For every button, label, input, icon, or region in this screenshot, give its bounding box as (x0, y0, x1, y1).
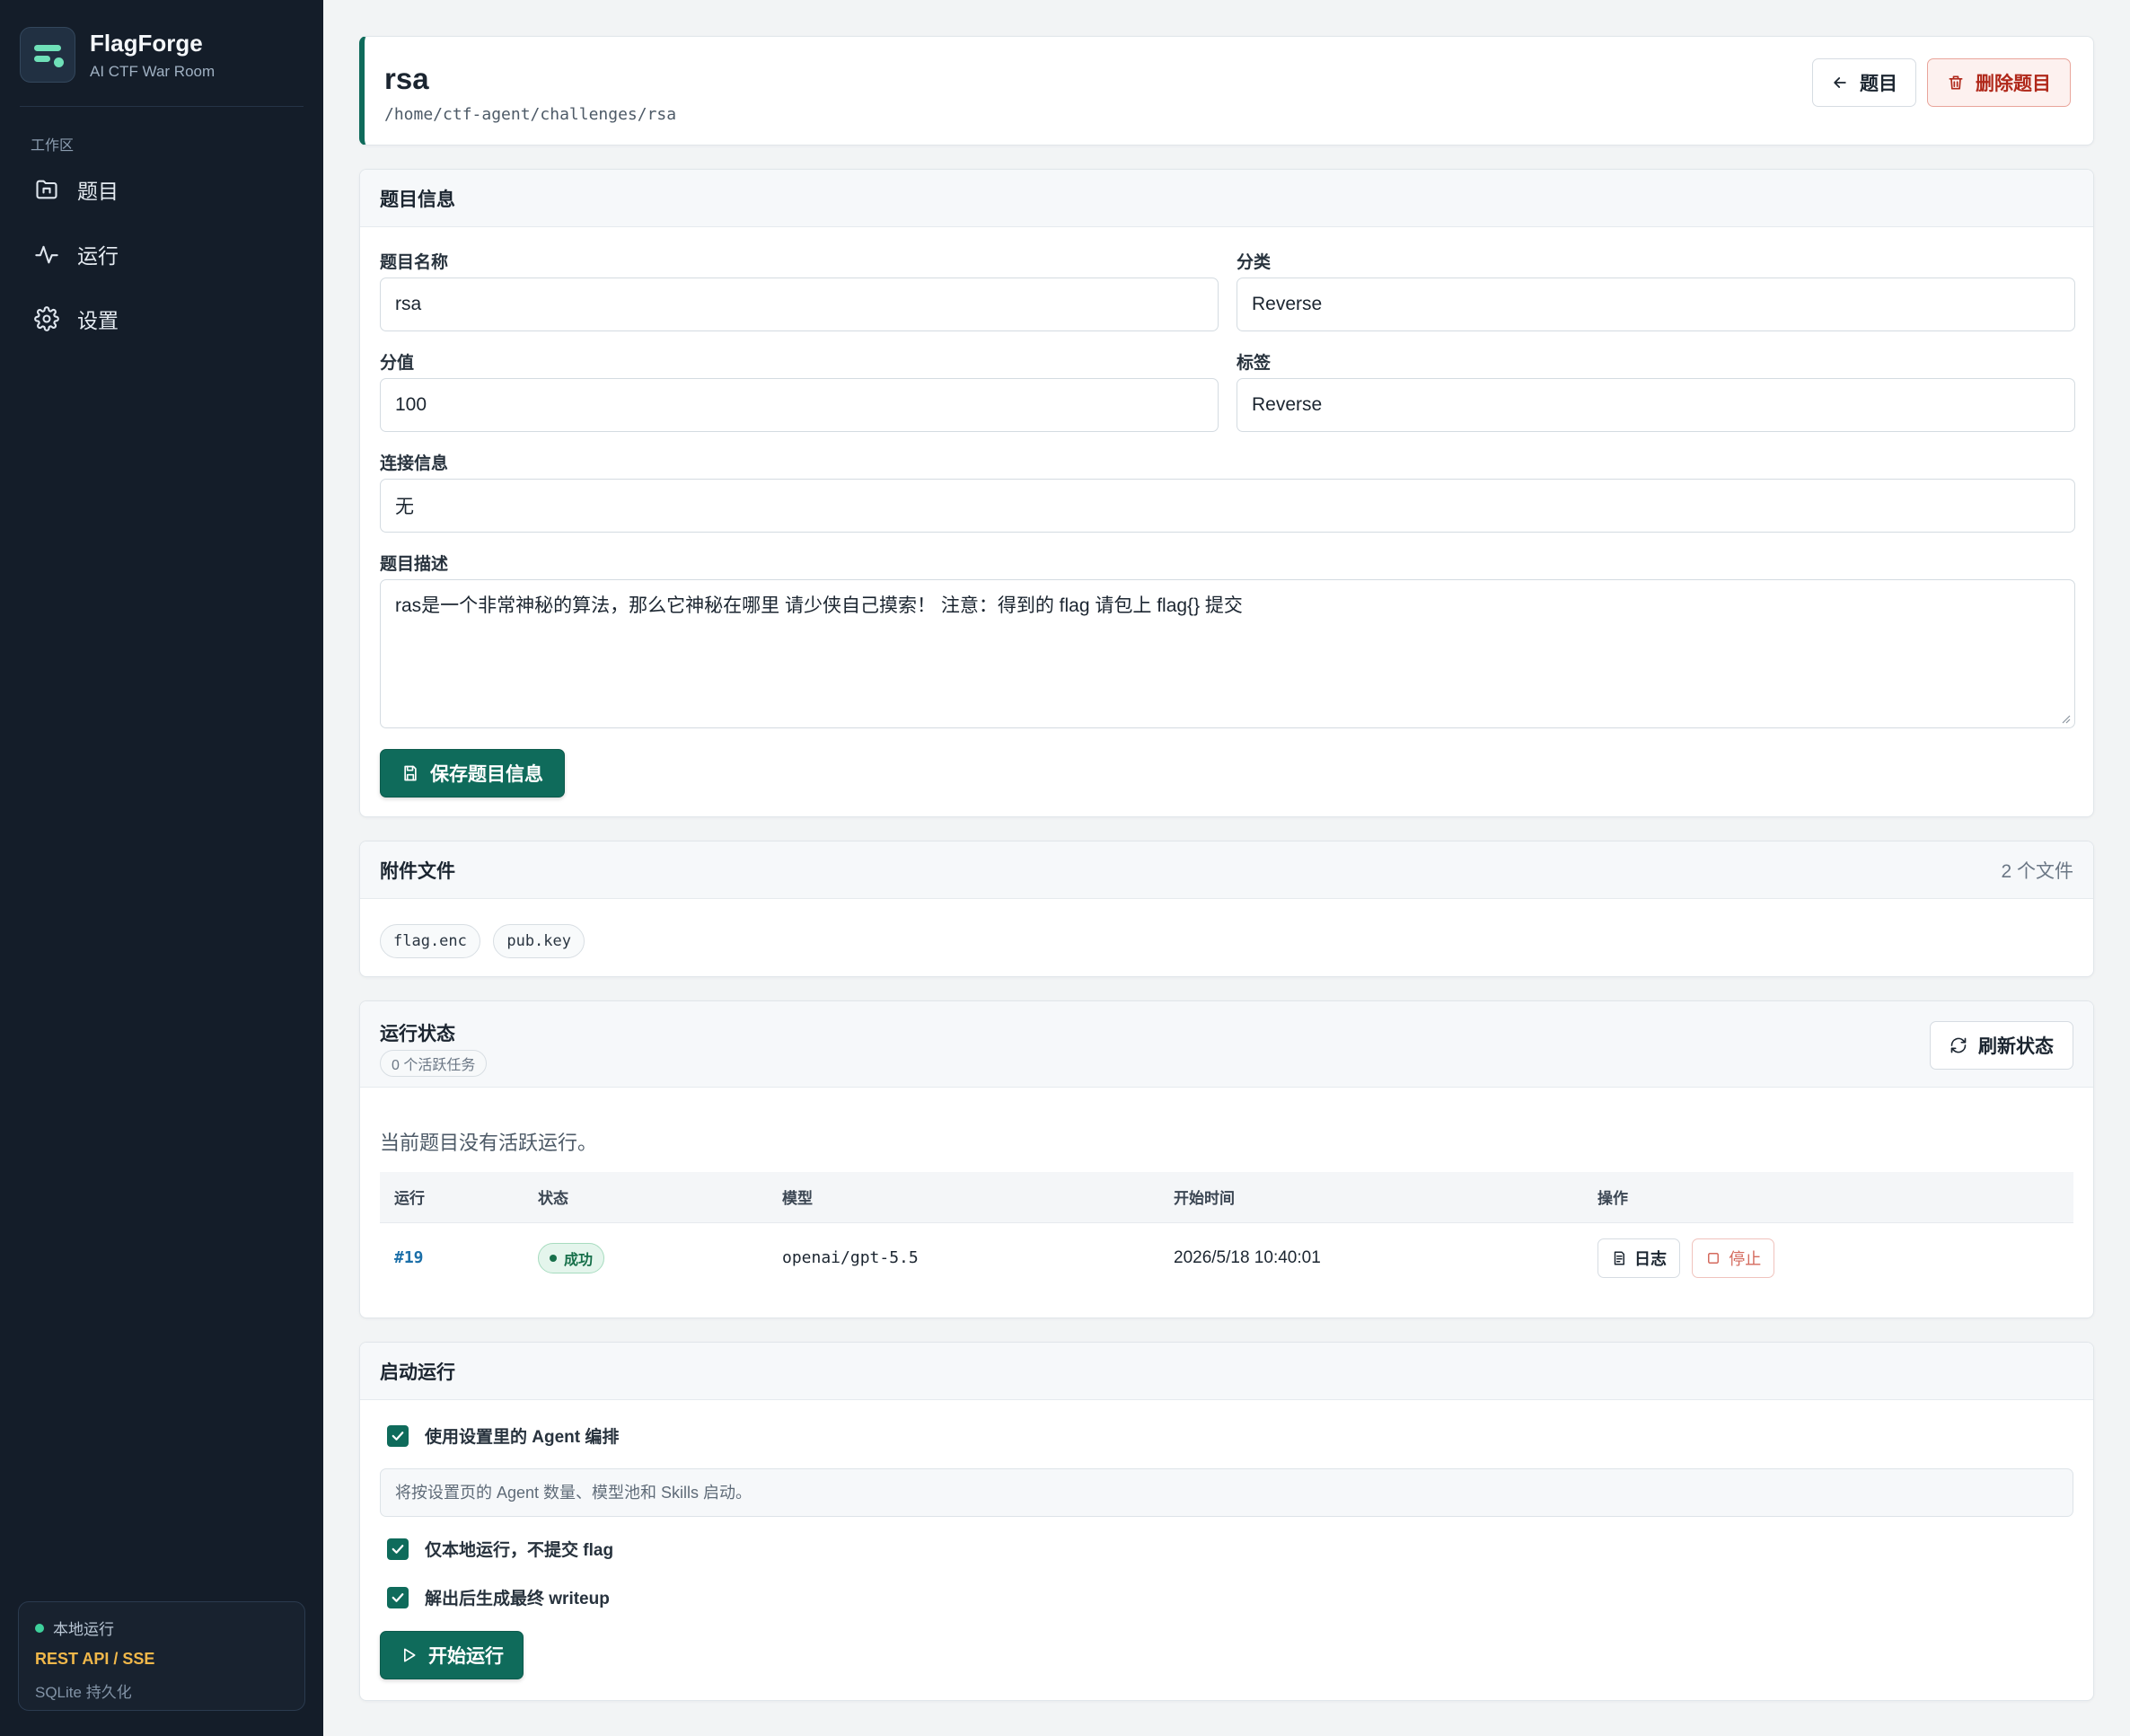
status-dot-icon (550, 1255, 557, 1263)
model-name: openai/gpt-5.5 (782, 1248, 919, 1268)
card-title: 启动运行 (380, 1361, 455, 1383)
runtime-status-panel: 本地运行 REST API / SSE SQLite 持久化 (18, 1601, 305, 1711)
gear-icon (34, 306, 59, 331)
empty-runs-message: 当前题目没有活跃运行。 (380, 1132, 598, 1154)
checkbox-checked[interactable] (387, 1538, 409, 1560)
tags-input[interactable] (1237, 378, 2075, 432)
challenge-name-input[interactable] (380, 278, 1219, 331)
api-label: REST API / SSE (35, 1650, 155, 1668)
check-icon (392, 1592, 404, 1602)
start-time: 2026/5/18 10:40:01 (1174, 1248, 1321, 1268)
active-task-count: 0 个活跃任务 (380, 1050, 488, 1077)
log-icon (1614, 1251, 1624, 1265)
column-header: 模型 (768, 1172, 1159, 1222)
activity-icon (35, 245, 58, 264)
card-title: 附件文件 (380, 860, 455, 882)
check-icon (392, 1431, 404, 1441)
card-header: 附件文件 2 个文件 (360, 842, 2093, 899)
back-to-challenges-button[interactable]: 题目 (1812, 58, 1916, 107)
save-info-button[interactable]: 保存题目信息 (380, 749, 565, 798)
sidebar-section-title: 工作区 (31, 138, 75, 154)
run-id-link[interactable]: #19 (394, 1248, 424, 1267)
brand[interactable]: FlagForge AI CTF War Room (20, 27, 215, 83)
attachments-card: 附件文件 2 个文件 flag.enc pub.key (359, 841, 2094, 977)
page-title: rsa (384, 62, 429, 95)
category-input[interactable] (1237, 278, 2075, 331)
category-label: 分类 (1237, 253, 1272, 272)
sidebar-item-runs[interactable]: 运行 (20, 226, 304, 282)
file-chip[interactable]: flag.enc (380, 924, 480, 958)
online-dot-icon (35, 1623, 44, 1633)
sidebar-item-label: 题目 (77, 180, 119, 203)
agent-settings-hint: 将按设置页的 Agent 数量、模型池和 Skills 启动。 (380, 1468, 2073, 1517)
sidebar-item-challenges[interactable]: 题目 (20, 162, 304, 217)
score-label: 分值 (380, 354, 415, 373)
column-header: 运行 (380, 1172, 524, 1222)
sidebar: FlagForge AI CTF War Room 工作区 题目 运行 设置 本… (0, 0, 323, 1736)
file-count: 2 个文件 (2001, 860, 2073, 882)
arrow-left-icon (1834, 77, 1846, 88)
trash-icon (1949, 75, 1963, 90)
start-run-button[interactable]: 开始运行 (380, 1631, 524, 1679)
tags-label: 标签 (1237, 354, 1272, 373)
sidebar-item-settings[interactable]: 设置 (20, 291, 304, 347)
runtime-mode: 本地运行 (53, 1621, 114, 1638)
table-header-row: 运行 状态 模型 开始时间 操作 (380, 1172, 2073, 1222)
sidebar-nav: 题目 运行 设置 (20, 162, 304, 356)
app-subtitle: AI CTF War Room (90, 62, 216, 80)
refresh-status-button[interactable]: 刷新状态 (1930, 1021, 2073, 1070)
view-log-button[interactable]: 日志 (1598, 1238, 1680, 1279)
refresh-icon (1950, 1037, 1967, 1053)
sidebar-item-label: 设置 (77, 309, 119, 332)
description-text: ras是一个非常神秘的算法，那么它神秘在哪里 请少侠自己摸索！ 注意：得到的 f… (395, 595, 1243, 616)
stop-run-button[interactable]: 停止 (1692, 1238, 1775, 1279)
generate-writeup-checkbox[interactable]: 解出后生成最终 writeup (387, 1585, 610, 1609)
stop-icon (1708, 1253, 1720, 1265)
challenge-header: rsa /home/ctf-agent/challenges/rsa 题目 删除… (359, 36, 2094, 145)
file-list: flag.enc pub.key (380, 924, 594, 958)
file-chip[interactable]: pub.key (493, 924, 585, 958)
use-agent-orchestration-checkbox[interactable]: 使用设置里的 Agent 编排 (387, 1423, 619, 1448)
name-label: 题目名称 (380, 253, 449, 272)
column-header: 开始时间 (1159, 1172, 1583, 1222)
local-only-checkbox[interactable]: 仅本地运行，不提交 flag (387, 1537, 613, 1561)
resize-grip-icon[interactable] (2060, 713, 2071, 724)
play-icon (404, 1648, 416, 1662)
status-badge: 成功 (538, 1243, 605, 1274)
table-row: #19 成功 openai/gpt-5.5 2026/5/18 10:40:01… (380, 1221, 2073, 1294)
run-status-card: 运行状态 0 个活跃任务 刷新状态 当前题目没有活跃运行。 运行 状态 模型 开… (359, 1000, 2094, 1318)
card-header: 运行状态 0 个活跃任务 刷新状态 (360, 1001, 2093, 1088)
challenge-info-card: 题目信息 题目名称 分类 分值 标签 连接信息 题目描述 ras是一个非常神秘的… (359, 169, 2094, 817)
storage-label: SQLite 持久化 (35, 1684, 132, 1701)
card-title: 运行状态 (380, 1024, 455, 1044)
runs-table: 运行 状态 模型 开始时间 操作 #19 成功 openai/gpt-5.5 2… (380, 1172, 2073, 1294)
folder-icon (36, 180, 57, 199)
launch-run-card: 启动运行 使用设置里的 Agent 编排 将按设置页的 Agent 数量、模型池… (359, 1342, 2094, 1701)
column-header: 操作 (1583, 1172, 2073, 1222)
checkbox-checked[interactable] (387, 1424, 409, 1447)
sidebar-item-label: 运行 (77, 244, 119, 268)
check-icon (392, 1544, 404, 1554)
card-title: 题目信息 (380, 189, 455, 210)
flagforge-logo-icon (20, 27, 75, 83)
description-textarea[interactable]: ras是一个非常神秘的算法，那么它神秘在哪里 请少侠自己摸索！ 注意：得到的 f… (380, 579, 2075, 728)
checkbox-checked[interactable] (387, 1586, 409, 1608)
delete-challenge-button[interactable]: 删除题目 (1927, 58, 2071, 107)
save-icon (404, 765, 417, 781)
score-input[interactable] (380, 378, 1219, 432)
connection-label: 连接信息 (380, 454, 449, 473)
card-header: 启动运行 (360, 1343, 2093, 1400)
challenge-path: /home/ctf-agent/challenges/rsa (384, 105, 677, 124)
card-header: 题目信息 (360, 170, 2093, 227)
description-label: 题目描述 (380, 555, 449, 574)
connection-input[interactable] (380, 479, 2075, 533)
app-name: FlagForge (90, 29, 203, 57)
sidebar-divider (20, 106, 304, 107)
column-header: 状态 (524, 1172, 768, 1222)
